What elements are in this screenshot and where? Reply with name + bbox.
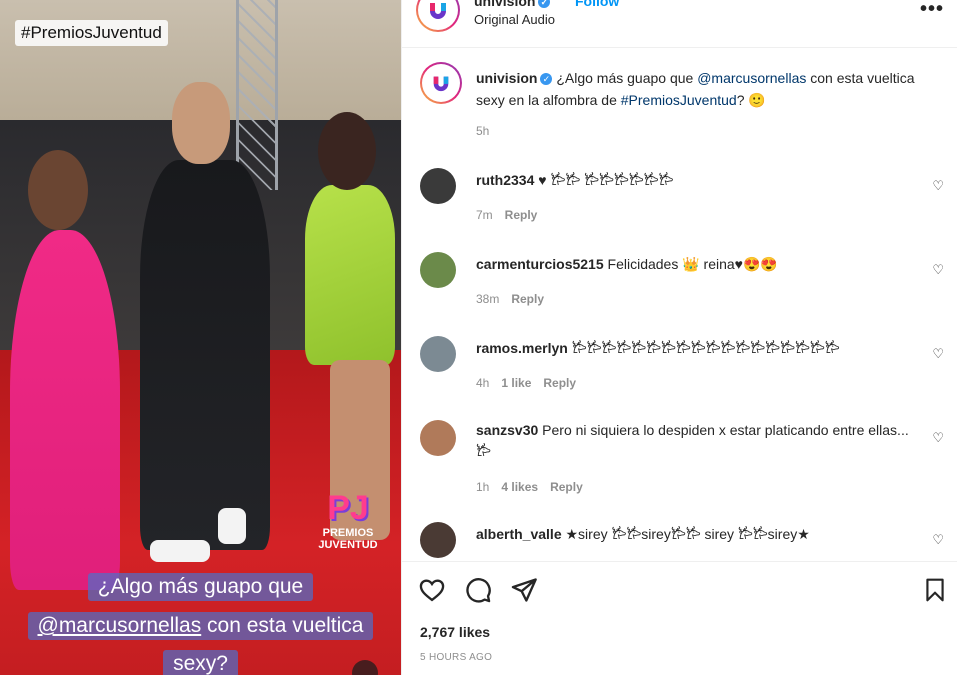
woman-green-dress xyxy=(305,185,395,365)
caption-timestamp[interactable]: 5h xyxy=(476,124,489,138)
comment-body: Pero ni siquiera lo despiden x estar pla… xyxy=(476,422,909,459)
post-video[interactable]: #PremiosJuventud PJ PREMIOS JUVENTUD ¿Al… xyxy=(0,0,401,675)
comment-avatar[interactable] xyxy=(420,168,456,204)
univision-logo-icon xyxy=(433,76,449,92)
video-caption-line2: @marcusornellas con esta vueltica xyxy=(0,612,401,640)
comment-meta: 38m Reply xyxy=(476,292,556,306)
man-head xyxy=(172,82,230,164)
comment-username[interactable]: sanzsv30 xyxy=(476,422,538,438)
caption-mention: @marcusornellas xyxy=(37,614,202,637)
logo-mark: PJ xyxy=(327,489,369,527)
comment-like-heart-icon[interactable]: ♡ xyxy=(932,346,944,362)
share-send-icon[interactable] xyxy=(510,576,538,604)
comment-text: carmenturcios5215 Felicidades 👑 reina♥😍😍 xyxy=(476,254,916,275)
caption-text-3: sexy? xyxy=(163,650,238,675)
reply-button[interactable]: Reply xyxy=(511,292,544,306)
comment-like-heart-icon[interactable]: ♡ xyxy=(932,178,944,194)
stage-truss xyxy=(236,0,278,190)
caption-username[interactable]: univision xyxy=(476,70,537,86)
post-panel: univision ✓ Follow Original Audio ••• uni… xyxy=(401,0,957,676)
comment-meta: 1h 4 likes Reply xyxy=(476,480,595,494)
comment-meta: 7m Reply xyxy=(476,208,549,222)
comment-time[interactable]: 7m xyxy=(476,208,493,222)
comment-likes[interactable]: 1 like xyxy=(501,376,531,390)
comment-avatar[interactable] xyxy=(420,252,456,288)
logo-line1: PREMIOS xyxy=(322,527,374,540)
post-actions: 2,767 likes 5 HOURS AGO xyxy=(402,561,957,676)
comment-body: ★sirey 𐂂𐂂sirey𐂂𐂂 sirey 𐂂𐂂sirey★ xyxy=(561,526,810,542)
comment-avatar[interactable] xyxy=(420,420,456,456)
comment-avatar[interactable] xyxy=(420,522,456,558)
logo-line2: JUVENTUD xyxy=(318,539,378,552)
verified-badge-icon: ✓ xyxy=(538,0,551,8)
more-options-icon[interactable]: ••• xyxy=(920,0,944,21)
caption-part-3: ? 🙂 xyxy=(736,92,766,108)
comment-body: 𐂂𐂂𐂂𐂂𐂂𐂂𐂂𐂂𐂂𐂂𐂂𐂂𐂂𐂂𐂂𐂂𐂂𐂂 xyxy=(567,340,840,356)
reply-button[interactable]: Reply xyxy=(543,376,576,390)
comment-text: alberth_valle ★sirey 𐂂𐂂sirey𐂂𐂂 sirey 𐂂𐂂s… xyxy=(476,524,916,545)
woman-pink-dress xyxy=(10,230,120,590)
man-black-outfit xyxy=(140,160,270,550)
comment-body: ♥ 𐂂𐂂 𐂂𐂂𐂂𐂂𐂂𐂂 xyxy=(534,172,674,188)
caption-mention-link[interactable]: @marcusornellas xyxy=(697,70,806,86)
header-username-text[interactable]: univision xyxy=(474,0,535,9)
premios-juventud-logo: PJ PREMIOS JUVENTUD xyxy=(318,489,378,565)
comment-time[interactable]: 1h xyxy=(476,480,489,494)
reply-button[interactable]: Reply xyxy=(550,480,583,494)
univision-logo-icon xyxy=(430,3,446,19)
caption-part-1: ¿Algo más guapo que xyxy=(552,70,698,86)
woman-pink-head xyxy=(28,150,88,230)
comment-likes[interactable]: 4 likes xyxy=(501,480,538,494)
video-caption-line1: ¿Algo más guapo que xyxy=(0,573,401,601)
comment-username[interactable]: alberth_valle xyxy=(476,526,562,542)
caption-box-2: @marcusornellas con esta vueltica xyxy=(27,612,374,640)
hashtag-overlay: #PremiosJuventud xyxy=(15,20,168,46)
man-shoe-left xyxy=(150,540,210,562)
like-heart-icon[interactable] xyxy=(418,576,446,604)
likes-count[interactable]: 2,767 likes xyxy=(420,624,490,640)
comment-bubble-icon[interactable] xyxy=(464,576,492,604)
woman-green-head xyxy=(318,112,376,190)
comment-text: ramos.merlyn 𐂂𐂂𐂂𐂂𐂂𐂂𐂂𐂂𐂂𐂂𐂂𐂂𐂂𐂂𐂂𐂂𐂂𐂂 xyxy=(476,338,916,359)
header-username[interactable]: univision ✓ xyxy=(474,0,551,9)
video-caption-line3: sexy? xyxy=(0,650,401,675)
original-audio-link[interactable]: Original Audio xyxy=(474,12,555,27)
comment-username[interactable]: ruth2334 xyxy=(476,172,534,188)
comment-avatar[interactable] xyxy=(420,336,456,372)
post-header: univision ✓ Follow Original Audio ••• xyxy=(402,0,957,48)
comment-time[interactable]: 4h xyxy=(476,376,489,390)
comment-text: ruth2334 ♥ 𐂂𐂂 𐂂𐂂𐂂𐂂𐂂𐂂 xyxy=(476,170,916,191)
comment-username[interactable]: carmenturcios5215 xyxy=(476,256,604,272)
comment-like-heart-icon[interactable]: ♡ xyxy=(932,262,944,278)
caption-text-2: con esta vueltica xyxy=(201,614,364,637)
caption-avatar[interactable] xyxy=(420,62,462,104)
comment-time[interactable]: 38m xyxy=(476,292,499,306)
man-shoe-right xyxy=(218,508,246,544)
comment-username[interactable]: ramos.merlyn xyxy=(476,340,568,356)
caption-hashtag-link[interactable]: #PremiosJuventud xyxy=(621,92,737,108)
verified-badge-icon: ✓ xyxy=(540,73,553,85)
comment-like-heart-icon[interactable]: ♡ xyxy=(932,532,944,548)
comment-meta: 4h 1 like Reply xyxy=(476,376,588,390)
reply-button[interactable]: Reply xyxy=(505,208,538,222)
header-avatar[interactable] xyxy=(416,0,460,32)
caption-text-1: ¿Algo más guapo que xyxy=(87,573,314,601)
follow-button[interactable]: Follow xyxy=(575,0,619,9)
comment-body: Felicidades 👑 reina♥😍😍 xyxy=(603,256,778,272)
caption-text: univision ✓ ¿Algo más guapo que @marcusor… xyxy=(476,67,936,111)
comment-text: sanzsv30 Pero ni siquiera lo despiden x … xyxy=(476,420,916,462)
comment-like-heart-icon[interactable]: ♡ xyxy=(932,430,944,446)
save-bookmark-icon[interactable] xyxy=(922,576,948,604)
posted-time[interactable]: 5 HOURS AGO xyxy=(420,652,492,663)
